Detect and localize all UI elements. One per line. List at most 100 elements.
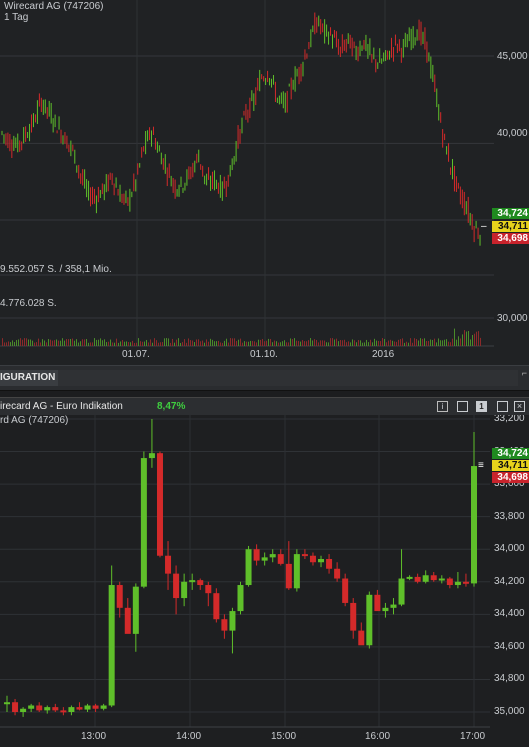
resize-corner-icon[interactable]: ⌐ — [522, 368, 527, 378]
volume-bar — [326, 342, 327, 346]
volume-bar — [78, 342, 79, 346]
candle-body — [221, 619, 228, 631]
volume-bar — [172, 338, 173, 346]
volume-bar — [468, 330, 469, 346]
volume-bar — [462, 334, 463, 346]
volume-bar — [136, 342, 137, 346]
volume-bar — [476, 331, 477, 346]
candle-body — [382, 607, 389, 612]
candle-body — [229, 611, 236, 631]
candle-body — [205, 585, 212, 594]
volume-bar — [276, 341, 277, 346]
volume-bar — [108, 341, 109, 346]
candle-body — [406, 576, 413, 579]
volume-bar — [146, 339, 147, 346]
last-price-badge-intraday: 34,711 — [492, 460, 529, 471]
tab-configuration[interactable]: IGURATION — [0, 370, 63, 386]
volume-bar — [170, 342, 171, 346]
volume-bar — [216, 341, 217, 346]
volume-bar — [26, 338, 27, 346]
volume-bar — [318, 342, 319, 346]
candle-body — [390, 604, 397, 608]
volume-bar — [12, 340, 13, 346]
volume-bar — [202, 340, 203, 346]
volume-bar — [404, 342, 405, 346]
volume-bar — [348, 341, 349, 346]
x-tick-0110: 01.10. — [250, 349, 278, 360]
volume-bar — [278, 342, 279, 346]
volume-bar — [76, 339, 77, 346]
volume-bar — [418, 340, 419, 346]
candle-body — [20, 708, 27, 712]
close-icon[interactable]: × — [514, 401, 525, 412]
volume-bar — [416, 339, 417, 346]
candle-body — [309, 555, 316, 563]
candle-body — [108, 585, 115, 706]
volume-bar — [150, 339, 151, 346]
number-one-icon[interactable]: 1 — [476, 401, 487, 412]
candle-body — [261, 557, 268, 561]
candle-body — [398, 578, 405, 605]
volume-bar — [262, 338, 263, 346]
volume-bar — [182, 342, 183, 346]
candle-body — [60, 710, 67, 713]
candle-body — [422, 575, 429, 582]
info-icon[interactable]: i — [437, 401, 448, 412]
candle-body — [84, 705, 91, 710]
volume-bar — [264, 341, 265, 346]
volume-bar — [240, 338, 241, 346]
volume-bar — [234, 338, 235, 346]
volume-bar — [22, 339, 23, 346]
change-percent: 8,47% — [157, 401, 186, 412]
volume-bar — [190, 340, 191, 346]
volume-bar — [166, 338, 167, 346]
volume-bar — [376, 340, 377, 346]
volume-bar — [210, 338, 211, 346]
volume-bar — [126, 341, 127, 346]
volume-bar — [292, 339, 293, 346]
volume-bar — [334, 339, 335, 346]
candle-body — [140, 458, 147, 587]
volume-bar — [288, 342, 289, 346]
volume-bar — [250, 340, 251, 346]
volume-bar — [42, 339, 43, 346]
volume-bar — [122, 340, 123, 346]
volume-bar — [466, 331, 467, 346]
volume-bar — [436, 342, 437, 346]
volume-bar — [102, 340, 103, 346]
square-icon[interactable] — [457, 401, 468, 412]
volume-bar — [324, 340, 325, 346]
candle-body — [326, 558, 333, 569]
intraday-chart-panel[interactable]: rd AG (747206) 35,000 34,800 34,600 34,400 3… — [0, 415, 529, 747]
volume-bar — [286, 342, 287, 346]
volume-bar — [314, 339, 315, 346]
volume-bar — [452, 338, 453, 346]
x-tick-label: 17:00 — [460, 731, 486, 742]
configuration-tab-bar: IGURATION ⌐ — [0, 365, 529, 391]
volume-bar — [84, 339, 85, 346]
volume-bar — [402, 338, 403, 346]
volume-bar — [70, 339, 71, 346]
y-tick-45000: 45,000 — [497, 51, 528, 62]
volume-bar — [68, 339, 69, 346]
volume-bar — [186, 342, 187, 346]
volume-bar — [458, 336, 459, 346]
volume-bar — [356, 342, 357, 346]
volume-bar — [370, 339, 371, 346]
restore-icon[interactable] — [497, 401, 508, 412]
volume-bar — [124, 341, 125, 346]
candle-body — [189, 580, 196, 583]
volume-bar — [390, 339, 391, 346]
daily-chart-panel[interactable]: Wirecard AG (747206) 1 Tag 9.552.057 S. … — [0, 0, 529, 365]
volume-bar — [94, 338, 95, 346]
volume-bar — [144, 341, 145, 346]
volume-bar — [208, 341, 209, 346]
candle-body — [358, 630, 365, 646]
volume-bar — [160, 342, 161, 346]
volume-bar — [244, 341, 245, 346]
intraday-candlestick-chart[interactable] — [0, 415, 529, 747]
volume-bar — [64, 340, 65, 346]
x-tick-label: 16:00 — [365, 731, 391, 742]
volume-bar — [306, 341, 307, 346]
daily-candlestick-chart[interactable] — [0, 0, 529, 365]
